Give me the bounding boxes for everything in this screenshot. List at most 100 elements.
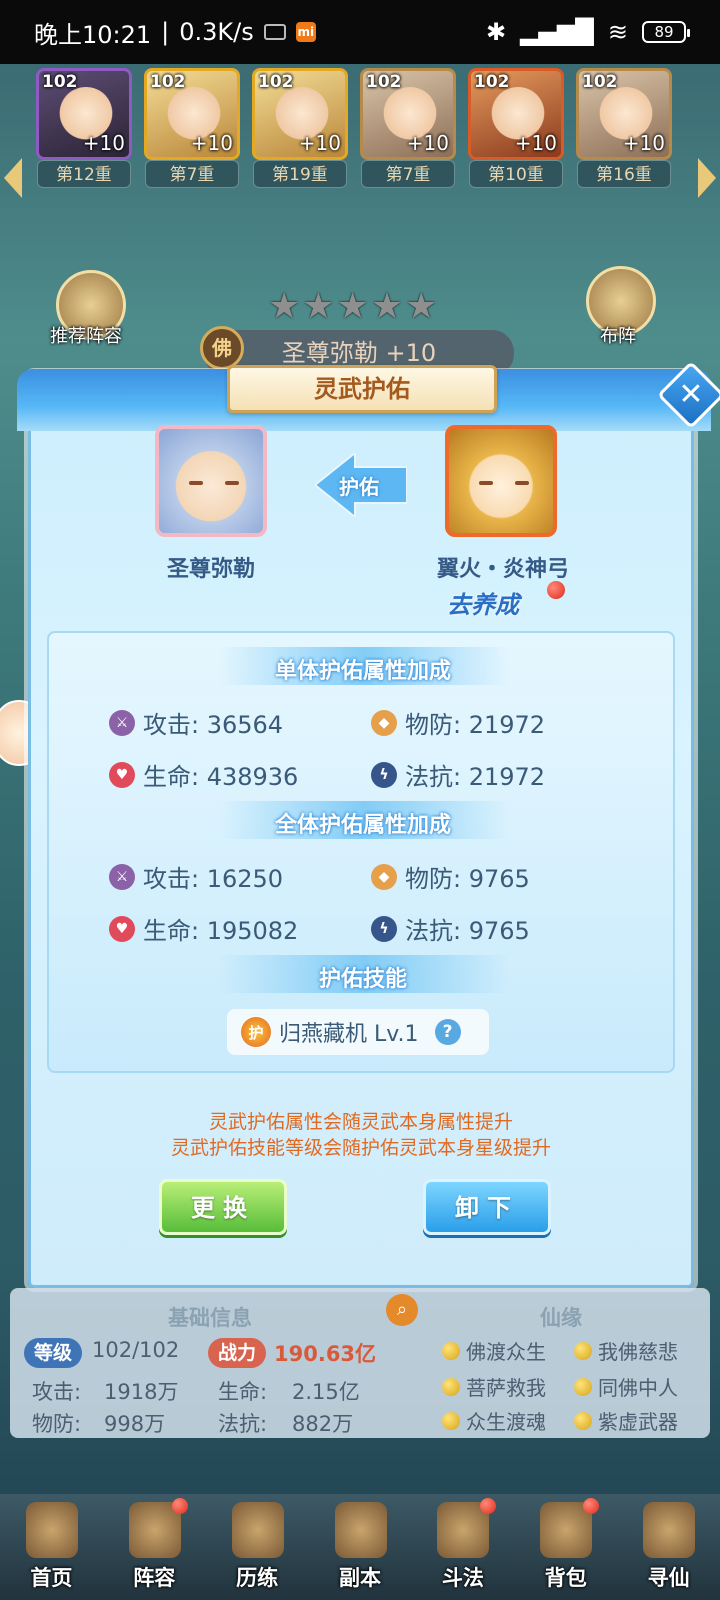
faction-emblem-icon: 佛 [200,326,244,370]
hero-name: 圣尊弥勒 [166,557,255,582]
hero-tier-tag: 第7重 [361,160,455,188]
skill-icon: 护 [241,1017,271,1047]
health-icon: ♥ [109,761,135,788]
nav-seek-immortal[interactable]: 寻仙 [617,1494,720,1600]
recommend-lineup-label: 推荐阵容 [50,326,122,347]
mi-app-icon: mi [295,22,316,42]
go-train-link[interactable]: 去养成 [447,585,519,620]
hero-level: 102 [474,72,510,92]
help-icon[interactable]: ? [434,1019,461,1045]
search-icon[interactable]: ⌕ [386,1294,418,1326]
defense-icon: ◆ [371,709,397,736]
scroll-right-arrow-icon[interactable] [698,158,716,198]
attack-value: 1918万 [104,1380,179,1404]
fate-item: 佛渡众生 [442,1336,546,1365]
bottom-nav: 首页 阵容 历练 副本 斗法 背包 寻仙 [0,1494,720,1600]
notification-dot-icon [480,1498,497,1514]
magic-resist-icon: ϟ [371,915,397,942]
magic-resist-label: 法抗: [218,1412,268,1436]
notification-dot-icon [171,1498,188,1514]
fate-dot-icon [442,1341,460,1360]
basic-info-title: 基础信息 [168,1306,252,1330]
nav-bag[interactable]: 背包 [514,1494,617,1600]
level-chip: 等级 [24,1338,83,1368]
unload-button[interactable]: 卸下 [423,1179,551,1235]
fate-item: 众生渡魂 [442,1406,546,1435]
hero-tier-tag: 第16重 [577,160,671,188]
note-line-2: 灵武护佑技能等级会随护佑灵武本身星级提升 [170,1137,551,1159]
fate-item: 菩萨救我 [442,1372,546,1401]
training-icon [231,1502,284,1558]
fate-dot-icon [442,1411,460,1430]
sim-icon [263,24,286,40]
single-magic-resist-stat: ϟ 法抗: 21972 [371,757,545,792]
fate-item: 我佛慈悲 [574,1336,678,1365]
battery-icon: 89 [642,21,690,43]
fate-dot-icon [574,1377,592,1396]
home-icon [26,1502,78,1558]
defense-label: 物防: [32,1412,82,1436]
status-bar: 晚上10:21 | 0.3K/s mi ✱ ▂▄▆█ ≋ 89 [0,0,720,64]
signal-icon: ▂▄▆█ [520,18,594,46]
hero-card[interactable]: 102 +10 [252,68,348,160]
all-defense-stat: ◆ 物防: 9765 [371,859,530,894]
attack-icon: ⚔ [109,863,135,890]
hero-level: 102 [150,72,186,92]
hero-bonus: +10 [190,131,233,155]
nav-lineup[interactable]: 阵容 [103,1494,206,1600]
skill-name: 归燕藏机 Lv.1 [279,1022,419,1047]
attack-icon: ⚔ [109,709,135,736]
skill-pill[interactable]: 护 归燕藏机 Lv.1 ? [227,1009,489,1055]
seek-immortal-icon [643,1502,696,1558]
hero-level: 102 [582,72,618,92]
fate-item: 紫虚武器 [574,1406,678,1435]
nav-battle[interactable]: 斗法 [411,1494,514,1600]
hero-card[interactable]: 102 +10 [360,68,456,160]
formation-label: 布阵 [600,326,636,347]
magic-resist-value: 882万 [292,1412,354,1436]
weapon-portrait[interactable] [445,425,557,537]
wifi-icon: ≋ [607,18,628,46]
single-health-stat: ♥ 生命: 438936 [109,757,298,792]
bluetooth-icon: ✱ [485,18,507,46]
hero-card[interactable]: 102 +10 [36,68,132,160]
hero-card[interactable]: 102 +10 [576,68,672,160]
hp-label: 生命: [218,1380,268,1404]
defense-value: 998万 [104,1412,166,1436]
magic-resist-icon: ϟ [371,761,397,788]
hero-bonus: +10 [82,131,125,155]
hero-level: 102 [258,72,294,92]
hero-bonus: +10 [514,131,557,155]
hero-bonus: +10 [406,131,449,155]
hero-card[interactable]: 102 +10 [468,68,564,160]
hero-card[interactable]: 102 +10 [144,68,240,160]
single-defense-stat: ◆ 物防: 21972 [371,705,545,740]
power-chip: 战力 [208,1338,267,1368]
nav-dungeon[interactable]: 副本 [309,1494,412,1600]
hero-tier-tag: 第7重 [145,160,239,188]
all-bonus-title: 全体护佑属性加成 [274,813,451,838]
replace-button[interactable]: 更换 [159,1179,287,1235]
notification-dot-icon [583,1498,600,1514]
hero-portrait[interactable] [155,425,267,537]
network-speed: 0.3K/s [179,18,254,46]
bonus-panel: 单体护佑属性加成 ⚔ 攻击: 36564 ◆ 物防: 21972 ♥ 生命: 4… [47,631,675,1073]
hero-tier-tag: 第19重 [253,160,347,188]
all-health-stat: ♥ 生命: 195082 [109,911,298,946]
fate-title: 仙缘 [540,1306,582,1330]
nav-home[interactable]: 首页 [0,1494,103,1600]
hero-tier-tag: 第12重 [37,160,131,188]
attack-label: 攻击: [32,1380,82,1404]
hero-bonus: +10 [298,131,341,155]
hero-bonus: +10 [622,131,665,155]
scroll-left-arrow-icon[interactable] [4,158,22,198]
level-value: 102/102 [92,1338,180,1362]
nav-training[interactable]: 历练 [206,1494,309,1600]
power-value: 190.63亿 [274,1342,377,1366]
close-icon: ✕ [678,377,704,412]
notification-dot-icon [547,581,565,599]
status-time: 晚上10:21 [34,20,152,49]
single-attack-stat: ⚔ 攻击: 36564 [109,705,283,740]
all-magic-resist-stat: ϟ 法抗: 9765 [371,911,530,946]
skill-title: 护佑技能 [318,967,407,992]
